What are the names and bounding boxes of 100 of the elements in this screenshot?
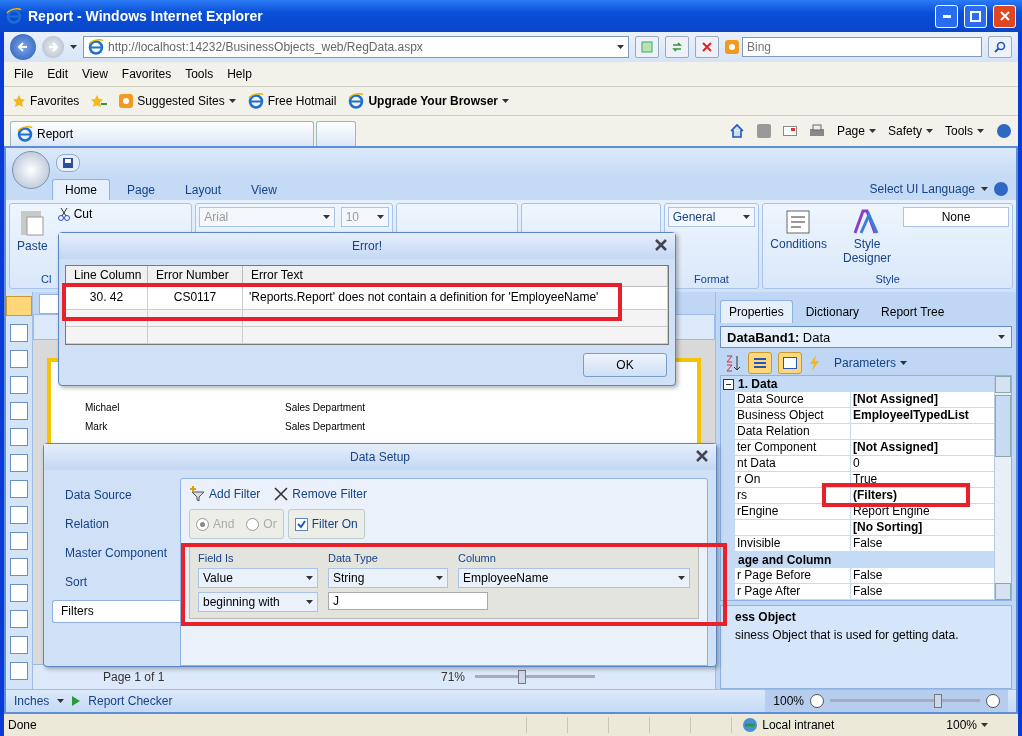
close-icon[interactable] — [696, 450, 708, 462]
back-button[interactable] — [10, 34, 36, 60]
ribbon-tab[interactable]: Page — [114, 179, 169, 200]
style-field[interactable]: None — [903, 207, 1009, 227]
favorites-button[interactable]: Favorites — [12, 94, 80, 108]
nav-item[interactable]: Data Source — [52, 484, 180, 507]
favorites-link[interactable]: Upgrade Your Browser — [348, 93, 510, 109]
menu-item[interactable]: Edit — [47, 67, 69, 81]
menu-item[interactable]: Tools — [185, 67, 214, 81]
paste-button[interactable]: Paste — [13, 207, 52, 255]
pointer-tool[interactable] — [6, 296, 32, 316]
nav-item[interactable]: Sort — [52, 571, 180, 594]
properties-button[interactable] — [778, 352, 802, 374]
data-type-dropdown[interactable]: String — [328, 568, 448, 588]
caret-icon — [70, 45, 77, 49]
stop-button[interactable] — [695, 36, 719, 58]
toolbox-item[interactable] — [10, 428, 28, 446]
ribbon-tab[interactable]: Layout — [172, 179, 235, 200]
scrollbar[interactable] — [994, 376, 1011, 600]
category-header[interactable]: 1. Data — [738, 377, 778, 391]
command-menu[interactable]: Page — [836, 124, 876, 138]
add-filter-button[interactable]: Add Filter — [189, 486, 261, 502]
collapse-icon[interactable] — [723, 378, 734, 390]
toolbox-item[interactable] — [10, 636, 28, 654]
sort-icon[interactable] — [724, 354, 742, 372]
add-favorite-icon[interactable] — [91, 94, 108, 108]
category-header[interactable]: age and Column — [738, 553, 832, 567]
toolbox-item[interactable] — [10, 532, 28, 550]
favorites-link[interactable]: Suggested Sites — [119, 94, 236, 108]
nav-item[interactable]: Master Component — [52, 542, 180, 565]
zoom-out-button[interactable] — [810, 694, 824, 708]
search-field[interactable]: Bing — [742, 37, 982, 57]
square-logo-icon — [119, 94, 134, 108]
dialog-title: Error! — [352, 239, 382, 253]
panel-tab[interactable]: Report Tree — [872, 300, 954, 323]
value-field[interactable]: J — [328, 592, 488, 610]
zoom-slider[interactable] — [830, 694, 980, 708]
menu-item[interactable]: Help — [227, 67, 252, 81]
browser-tab[interactable]: Report — [10, 121, 314, 146]
menu-item[interactable]: File — [14, 67, 34, 81]
checkbox-indicator[interactable] — [294, 517, 308, 531]
menu-item[interactable]: Favorites — [121, 67, 172, 81]
toolbox-item[interactable] — [10, 662, 28, 680]
home-icon[interactable] — [728, 123, 745, 139]
document-tab[interactable] — [39, 294, 59, 314]
compatibility-button[interactable] — [635, 36, 659, 58]
zoom-in-button[interactable] — [986, 694, 1000, 708]
zoom-menu[interactable]: 100% — [946, 718, 988, 732]
minimize-button[interactable] — [935, 4, 958, 28]
close-icon[interactable] — [655, 239, 667, 251]
toolbox-item[interactable] — [10, 480, 28, 498]
toolbox-item[interactable] — [10, 506, 28, 524]
style-designer-button[interactable]: Style Designer — [837, 207, 897, 267]
condition-dropdown[interactable]: beginning with — [198, 592, 318, 612]
cut-button[interactable]: Cut — [57, 207, 93, 221]
property-name: r Page After — [735, 584, 851, 600]
toolbox-item[interactable] — [10, 350, 28, 368]
categorized-button[interactable] — [748, 352, 772, 374]
format-dropdown[interactable]: General — [667, 207, 756, 227]
column-dropdown[interactable]: EmployeeName — [458, 568, 690, 588]
maximize-button[interactable] — [964, 4, 987, 28]
panel-tab[interactable]: Dictionary — [796, 300, 869, 323]
nav-item[interactable]: Filters — [52, 600, 180, 623]
toolbox-item[interactable] — [10, 376, 28, 394]
conditions-button[interactable]: Conditions — [766, 207, 831, 253]
mail-icon[interactable] — [782, 126, 797, 136]
new-tab-button[interactable] — [316, 121, 356, 146]
object-selector[interactable]: DataBand1: Data — [720, 326, 1012, 348]
toolbox-item[interactable] — [10, 610, 28, 628]
caret-icon — [306, 600, 313, 604]
ribbon-tab[interactable]: Home — [52, 179, 110, 200]
save-button[interactable] — [56, 154, 80, 172]
toolbox-item[interactable] — [10, 584, 28, 602]
field-type-dropdown[interactable]: Value — [198, 568, 318, 588]
units-menu[interactable]: Inches — [14, 694, 50, 708]
report-checker-button[interactable]: Report Checker — [88, 694, 173, 708]
caret-icon — [998, 335, 1005, 339]
refresh-button[interactable] — [665, 36, 689, 58]
ui-language-menu[interactable]: Select UI Language — [869, 182, 975, 196]
address-field[interactable]: http://localhost:14232/BusinessObjects_web/RegData.aspx — [83, 36, 629, 58]
toolbox-item[interactable] — [10, 454, 28, 472]
command-menu[interactable]: Tools — [945, 124, 984, 138]
search-button[interactable] — [988, 36, 1012, 58]
toolbox-item[interactable] — [10, 402, 28, 420]
parameters-menu[interactable]: Parameters — [834, 356, 908, 370]
toolbox-item[interactable] — [10, 324, 28, 342]
nav-item[interactable]: Relation — [52, 513, 180, 536]
menu-item[interactable]: View — [82, 67, 108, 81]
favorites-link[interactable]: Free Hotmail — [247, 93, 337, 109]
ok-button[interactable]: OK — [583, 353, 667, 377]
remove-filter-button[interactable]: Remove Filter — [274, 487, 368, 501]
close-button[interactable] — [993, 4, 1016, 28]
toolbox-item[interactable] — [10, 558, 28, 576]
panel-tab[interactable]: Properties — [720, 300, 793, 323]
command-menu[interactable]: Safety — [887, 124, 933, 138]
ribbon-tab[interactable]: View — [238, 179, 290, 200]
zoom-slider[interactable] — [475, 670, 595, 684]
application-menu-button[interactable] — [12, 151, 50, 189]
printer-icon[interactable] — [808, 124, 825, 138]
filter-on-checkbox[interactable]: Filter On — [294, 517, 358, 531]
